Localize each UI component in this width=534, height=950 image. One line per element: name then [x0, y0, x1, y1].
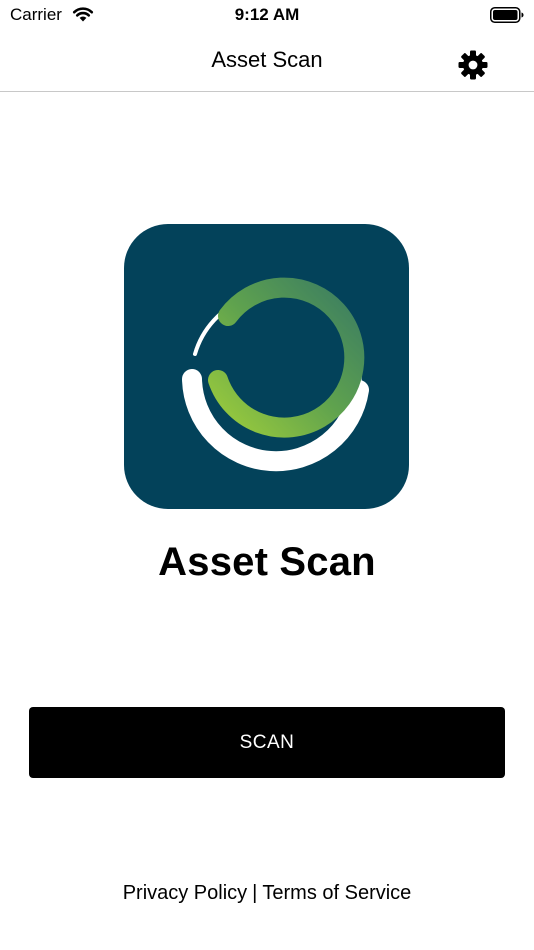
scan-button-label: SCAN [239, 731, 295, 753]
app-logo [124, 224, 409, 509]
battery-icon [490, 7, 524, 23]
privacy-policy-link[interactable]: Privacy Policy [123, 882, 247, 904]
footer-links: Privacy Policy | Terms of Service [0, 882, 534, 905]
scan-button[interactable]: SCAN [29, 707, 505, 778]
terms-of-service-link[interactable]: Terms of Service [262, 882, 411, 904]
settings-button[interactable] [456, 48, 490, 82]
navigation-bar: Asset Scan [0, 30, 534, 92]
nav-title: Asset Scan [211, 47, 323, 72]
status-time: 9:12 AM [234, 5, 300, 24]
status-bar: Carrier 9:12 AM [0, 0, 534, 30]
app-title: Asset Scan [158, 540, 376, 584]
footer-separator: | [252, 882, 258, 904]
logo-ring-mark [182, 277, 369, 472]
gear-icon [458, 50, 488, 80]
